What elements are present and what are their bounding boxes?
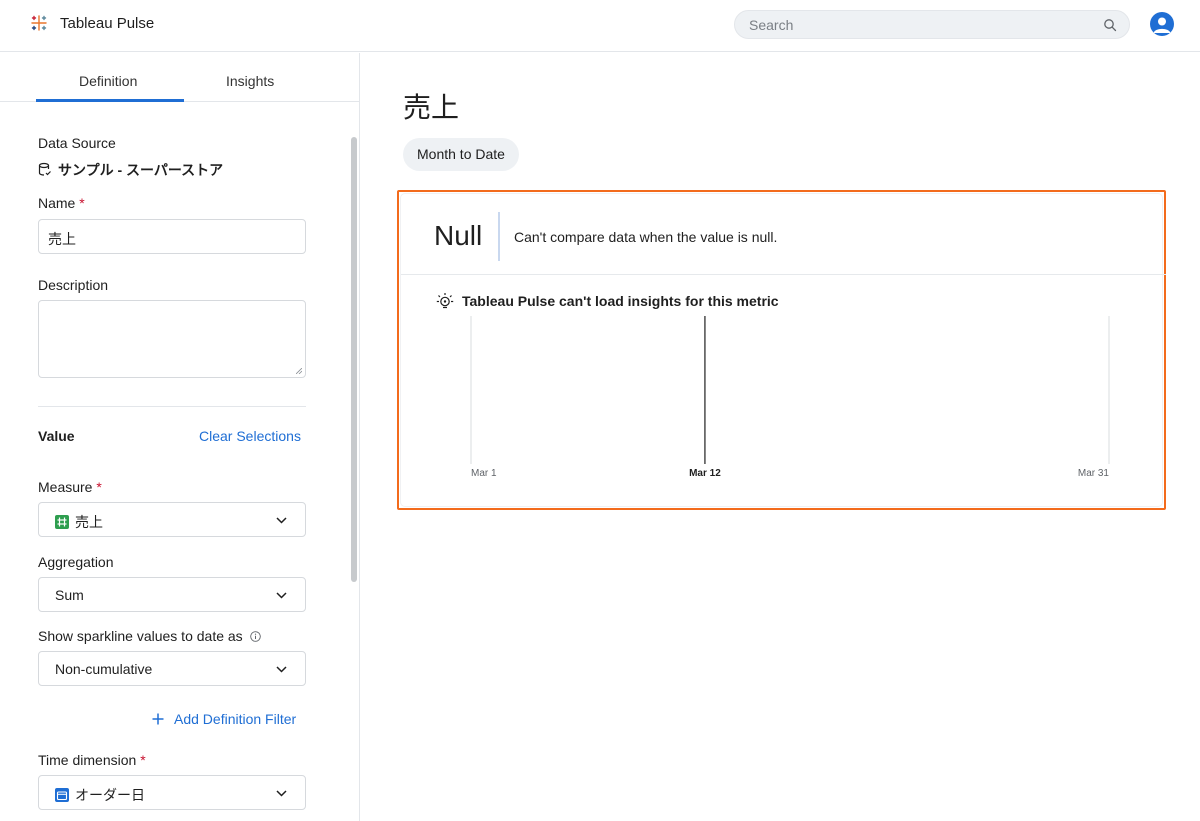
aggregation-select-value: Sum	[55, 587, 84, 603]
required-asterisk: *	[140, 752, 146, 768]
x-tick-label-2: Mar 12	[689, 468, 721, 479]
x-tick-label-3: Mar 31	[1078, 468, 1110, 479]
measure-label: Measure *	[38, 479, 102, 495]
info-icon[interactable]	[249, 631, 261, 642]
value-section-title: Value	[38, 428, 75, 444]
metric-card-inner: Null Can't compare data when the value i…	[401, 194, 1166, 506]
sparkline-chart: Mar 1 Mar 12 Mar 31	[470, 316, 1110, 479]
top-bar: Tableau Pulse	[0, 0, 1200, 52]
measure-select-value: 売上	[75, 514, 103, 530]
name-field-value[interactable]: 売上	[48, 229, 76, 249]
measure-label-text: Measure	[38, 479, 93, 495]
chevron-down-icon[interactable]	[276, 666, 287, 673]
measure-icon	[55, 515, 69, 529]
x-tick-label-1: Mar 1	[471, 468, 497, 479]
panel-tabs: Definition Insights	[0, 53, 359, 102]
definition-panel: Definition Insights Data Source サンプル - ス…	[0, 53, 360, 821]
page-title: 売上	[403, 92, 460, 123]
calendar-icon	[55, 788, 69, 802]
description-label: Description	[38, 277, 109, 293]
time-dimension-label: Time dimension *	[38, 752, 146, 768]
resize-grip-icon[interactable]	[296, 368, 302, 374]
name-field[interactable]: 売上	[38, 219, 306, 254]
sparkline-label-text: Show sparkline values to date as	[38, 628, 243, 644]
tab-insights[interactable]: Insights	[226, 73, 274, 89]
aggregation-label: Aggregation	[38, 554, 114, 570]
tab-definition[interactable]: Definition	[79, 73, 137, 89]
time-dimension-label-text: Time dimension	[38, 752, 137, 768]
chevron-down-icon[interactable]	[276, 517, 287, 524]
required-asterisk: *	[79, 195, 85, 211]
aggregation-select[interactable]: Sum	[38, 577, 306, 612]
chevron-down-icon[interactable]	[276, 592, 287, 599]
database-icon	[38, 162, 51, 176]
required-asterisk: *	[96, 479, 102, 495]
tableau-logo-icon[interactable]	[30, 14, 48, 32]
metric-card[interactable]: Null Can't compare data when the value i…	[397, 190, 1166, 510]
search-input[interactable]	[749, 16, 1089, 34]
clear-selections-link[interactable]: Clear Selections	[199, 428, 301, 444]
search-box[interactable]	[734, 10, 1130, 39]
data-source-label: Data Source	[38, 135, 116, 151]
measure-select[interactable]: 売上	[38, 502, 306, 537]
user-avatar-icon[interactable]	[1150, 12, 1174, 36]
panel-scrollbar[interactable]	[351, 137, 357, 582]
data-source-value: サンプル - スーパーストア	[38, 160, 223, 180]
chevron-down-icon[interactable]	[276, 790, 287, 797]
time-dimension-select-content: オーダー日	[55, 785, 145, 805]
measure-select-content: 売上	[55, 512, 103, 532]
name-label: Name *	[38, 195, 85, 211]
data-source-name: サンプル - スーパーストア	[58, 162, 224, 178]
search-icon[interactable]	[1103, 18, 1117, 32]
description-field[interactable]	[38, 300, 306, 378]
sparkline-select[interactable]: Non-cumulative	[38, 651, 306, 686]
time-dimension-select[interactable]: オーダー日	[38, 775, 306, 810]
period-pill[interactable]: Month to Date	[403, 138, 519, 171]
sparkline-select-value: Non-cumulative	[55, 661, 153, 677]
app-title[interactable]: Tableau Pulse	[60, 15, 154, 32]
name-label-text: Name	[38, 195, 76, 211]
time-dimension-select-value: オーダー日	[75, 787, 145, 803]
add-definition-filter-label: Add Definition Filter	[174, 711, 297, 727]
sparkline-label: Show sparkline values to date as	[38, 628, 261, 644]
active-tab-indicator	[36, 99, 184, 102]
plus-icon	[152, 713, 164, 725]
add-definition-filter-button[interactable]: Add Definition Filter	[152, 711, 296, 727]
section-divider	[38, 406, 306, 407]
